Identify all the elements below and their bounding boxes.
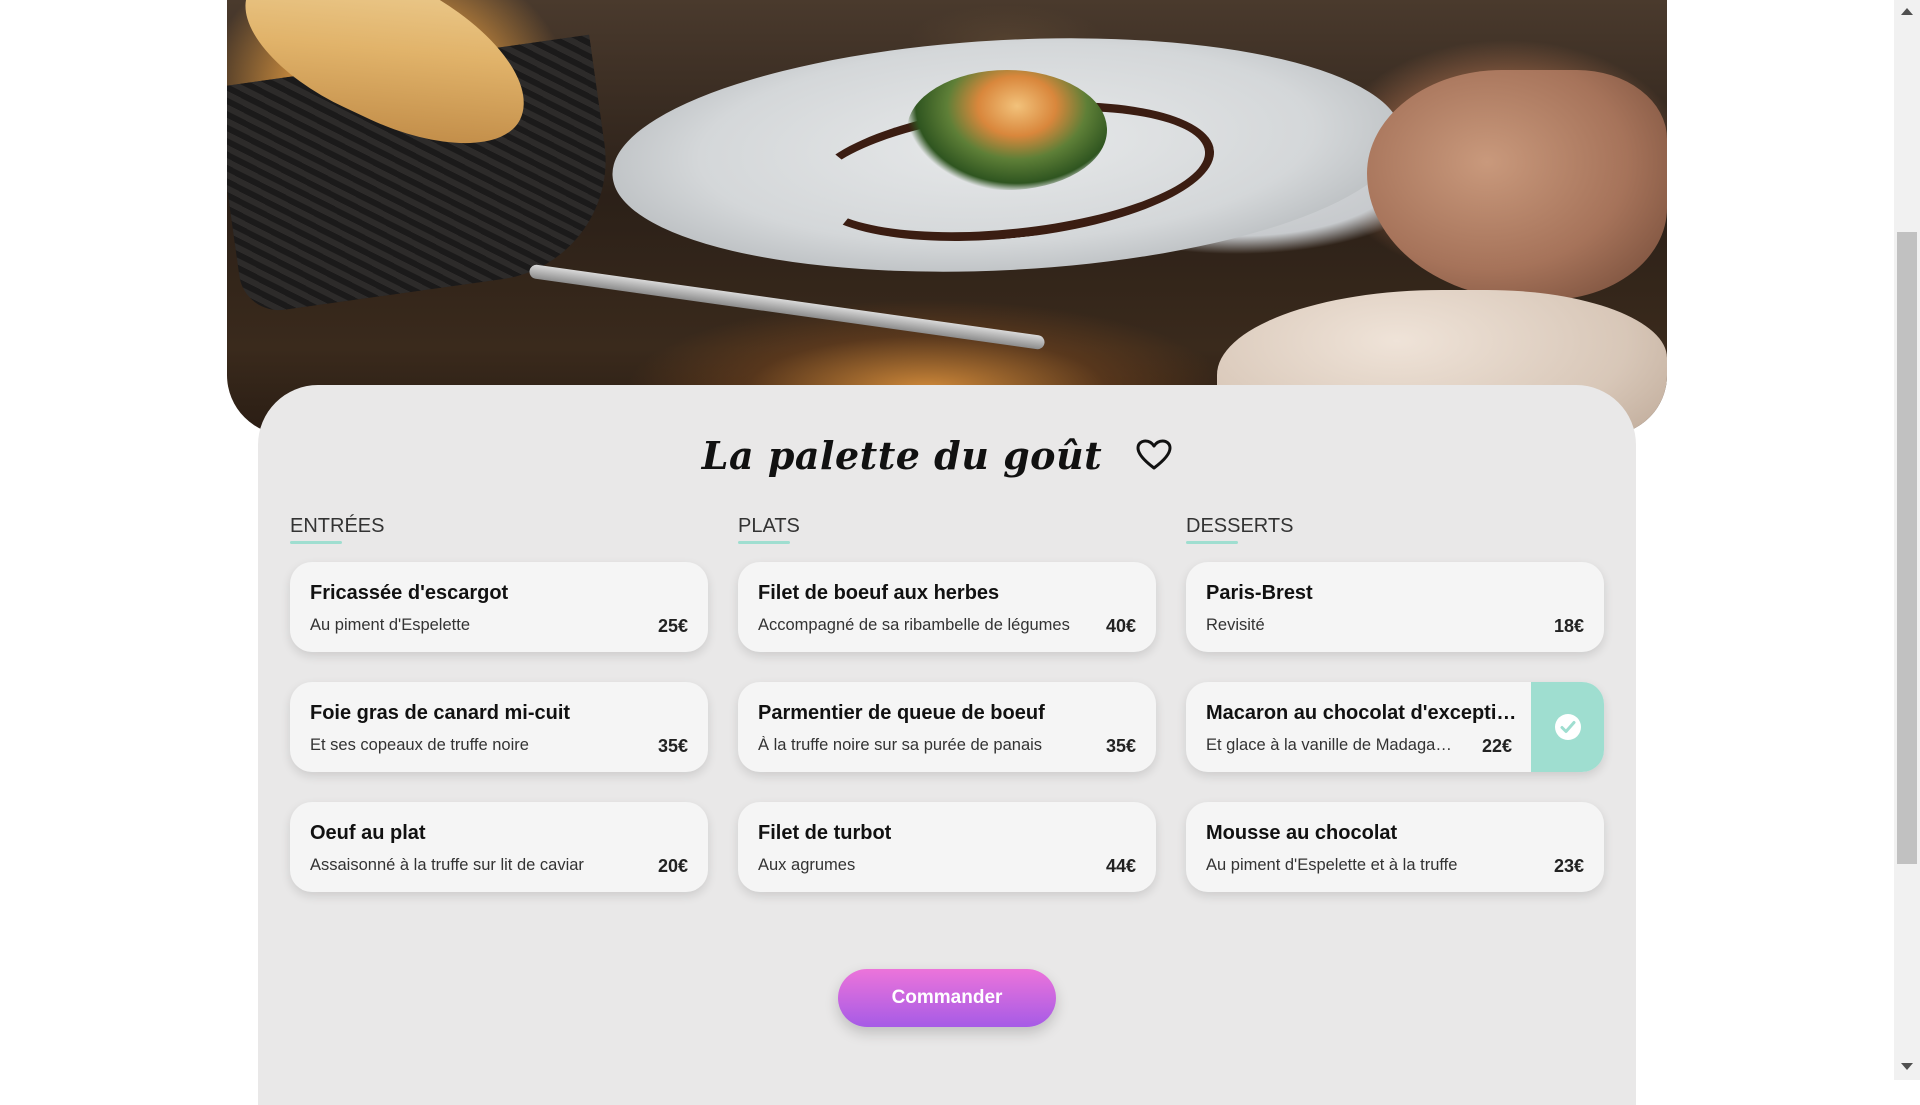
- item-name: Macaron au chocolat d'exception: [1206, 702, 1518, 724]
- column-plats: PLATS Filet de boeuf aux herbes Accompag…: [738, 515, 1156, 922]
- menu-item[interactable]: Mousse au chocolat Au piment d'Espelette…: [1186, 802, 1604, 892]
- item-name: Mousse au chocolat: [1206, 822, 1398, 844]
- menu-item[interactable]: Parmentier de queue de boeuf À la truffe…: [738, 682, 1156, 772]
- item-name: Filet de turbot: [758, 822, 892, 844]
- item-description: Et glace à la vanille de Madagascar: [1206, 736, 1456, 754]
- menu-item[interactable]: Fricassée d'escargot Au piment d'Espelet…: [290, 562, 708, 652]
- item-description: Et ses copeaux de truffe noire: [310, 736, 529, 754]
- menu-item[interactable]: Foie gras de canard mi-cuit Et ses copea…: [290, 682, 708, 772]
- item-price: 23€: [1553, 856, 1584, 876]
- item-description: Accompagné de sa ribambelle de légumes: [758, 616, 1070, 634]
- menu-item[interactable]: Filet de boeuf aux herbes Accompagné de …: [738, 562, 1156, 652]
- hand: [1367, 70, 1667, 300]
- item-name: Paris-Brest: [1206, 582, 1313, 604]
- column-entrees: ENTRÉES Fricassée d'escargot Au piment d…: [290, 515, 708, 922]
- menu-item[interactable]: Oeuf au plat Assaisonné à la truffe sur …: [290, 802, 708, 892]
- heart-icon[interactable]: [1136, 439, 1172, 471]
- item-name: Oeuf au plat: [310, 822, 426, 844]
- dish: [907, 70, 1107, 190]
- column-desserts: DESSERTS Paris-Brest Revisité 18€ Macaro…: [1186, 515, 1604, 922]
- desserts-heading: DESSERTS: [1186, 515, 1293, 544]
- item-price: 25€: [657, 616, 688, 636]
- selected-indicator[interactable]: [1531, 682, 1604, 772]
- item-description: À la truffe noire sur sa purée de panais: [758, 736, 1043, 754]
- entrees-heading: ENTRÉES: [290, 515, 384, 544]
- plats-heading: PLATS: [738, 515, 800, 544]
- menu-item-selected[interactable]: Macaron au chocolat d'exception Et glace…: [1186, 682, 1604, 772]
- item-description: Au piment d'Espelette et à la truffe: [1206, 856, 1458, 874]
- scroll-down-arrow-icon[interactable]: [1901, 1063, 1913, 1070]
- menu-item[interactable]: Paris-Brest Revisité 18€: [1186, 562, 1604, 652]
- item-price: 44€: [1105, 856, 1136, 876]
- menu-card: La palette du goût ENTRÉES Fricassée d'e…: [258, 385, 1636, 1105]
- item-description: Au piment d'Espelette: [310, 616, 470, 634]
- vertical-scrollbar[interactable]: [1894, 0, 1920, 1080]
- item-name: Parmentier de queue de boeuf: [758, 702, 1045, 724]
- item-price: 40€: [1105, 616, 1136, 636]
- item-price: 35€: [657, 736, 688, 756]
- item-price: 35€: [1105, 736, 1136, 756]
- item-description: Revisité: [1206, 616, 1265, 634]
- menu-item[interactable]: Filet de turbot Aux agrumes 44€: [738, 802, 1156, 892]
- hero-food-photo: [227, 0, 1667, 435]
- scrollbar-thumb[interactable]: [1897, 232, 1917, 864]
- fork: [528, 263, 1046, 351]
- item-description: Aux agrumes: [758, 856, 856, 874]
- item-price: 18€: [1553, 616, 1584, 636]
- item-price: 22€: [1481, 736, 1512, 756]
- order-button[interactable]: Commander: [838, 969, 1056, 1027]
- restaurant-title: La palette du goût: [701, 432, 1103, 478]
- scroll-up-arrow-icon[interactable]: [1901, 8, 1913, 15]
- item-name: Fricassée d'escargot: [310, 582, 509, 604]
- item-price: 20€: [657, 856, 688, 876]
- item-description: Assaisonné à la truffe sur lit de caviar: [310, 856, 584, 874]
- check-circle-icon: [1554, 714, 1581, 740]
- item-name: Filet de boeuf aux herbes: [758, 582, 1000, 604]
- item-name: Foie gras de canard mi-cuit: [310, 702, 571, 724]
- title-row: La palette du goût: [258, 425, 1636, 485]
